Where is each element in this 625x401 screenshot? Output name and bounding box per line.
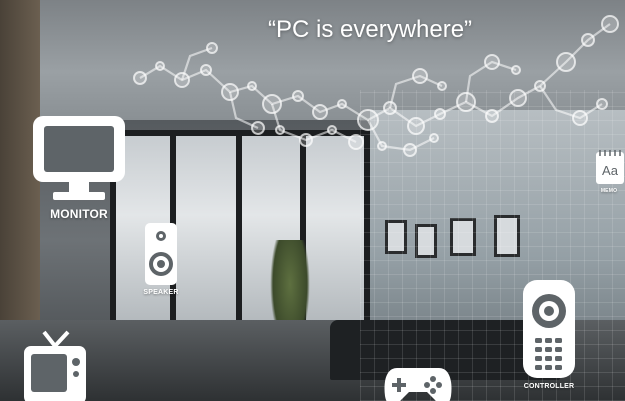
speaker-device: SPEAKER: [139, 222, 183, 296]
promo-image: “PC is everywhere” MONITOR SPEAKER Aa ME…: [0, 0, 625, 401]
controller-label: CONTROLLER: [523, 383, 575, 390]
tv-icon: [24, 330, 86, 401]
gamepad-device: [383, 362, 453, 401]
controller-device: CONTROLLER: [514, 278, 584, 390]
speaker-icon: [145, 223, 177, 285]
headline: “PC is everywhere”: [268, 16, 473, 43]
memo-glyph: Aa: [602, 163, 619, 178]
speaker-label: SPEAKER: [143, 289, 179, 296]
monitor-icon: [33, 116, 125, 200]
memo-device: Aa MEMO: [593, 148, 625, 194]
monitor-device: MONITOR: [28, 113, 130, 221]
gamepad-icon: [384, 368, 452, 401]
remote-control-icon: [523, 280, 575, 378]
memo-label: MEMO: [600, 188, 618, 194]
monitor-label: MONITOR: [50, 207, 108, 221]
tv-device: [20, 330, 90, 401]
memo-icon: Aa: [596, 150, 624, 184]
